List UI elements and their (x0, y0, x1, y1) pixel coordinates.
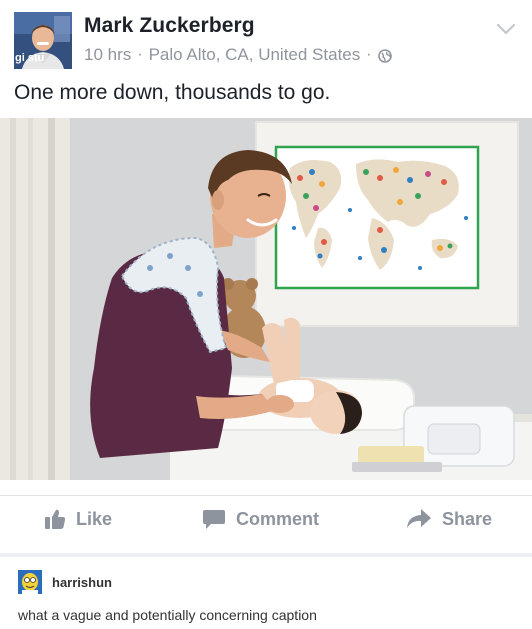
reblog-comment-text: what a vague and potentially concerning … (18, 607, 317, 623)
author-avatar[interactable]: gi stu (14, 12, 72, 69)
post-location[interactable]: Palo Alto, CA, United States (149, 45, 361, 65)
speech-bubble-icon (203, 510, 225, 529)
avatar-overlay-text: gi stu (15, 52, 45, 64)
chevron-down-icon[interactable] (496, 22, 516, 36)
comment-label: Comment (236, 508, 320, 529)
facebook-post: gi stu Mark Zuckerberg 10 hrs · Palo Alt… (0, 0, 532, 553)
comment-button[interactable]: Comment (202, 508, 319, 530)
post-time[interactable]: 10 hrs (84, 45, 131, 65)
post-meta: 10 hrs · Palo Alto, CA, United States · (84, 45, 392, 65)
post-action-bar: Like Comment Share (0, 495, 532, 551)
meta-separator: · (366, 46, 372, 63)
reblogger-avatar[interactable] (18, 570, 42, 594)
share-button[interactable]: Share (406, 508, 492, 530)
reblogger-username[interactable]: harrishun (52, 575, 112, 590)
share-arrow-icon (407, 509, 431, 528)
thumbs-up-icon (45, 509, 66, 529)
reblog-comment: harrishun what a vague and potentially c… (0, 557, 532, 629)
meta-separator: · (137, 46, 143, 63)
globe-icon[interactable] (377, 48, 392, 63)
share-label: Share (442, 508, 493, 529)
post-status-text: One more down, thousands to go. (14, 81, 331, 104)
author-name[interactable]: Mark Zuckerberg (84, 14, 255, 38)
like-button[interactable]: Like (44, 508, 112, 530)
like-label: Like (76, 508, 113, 529)
post-photo[interactable] (0, 118, 532, 480)
